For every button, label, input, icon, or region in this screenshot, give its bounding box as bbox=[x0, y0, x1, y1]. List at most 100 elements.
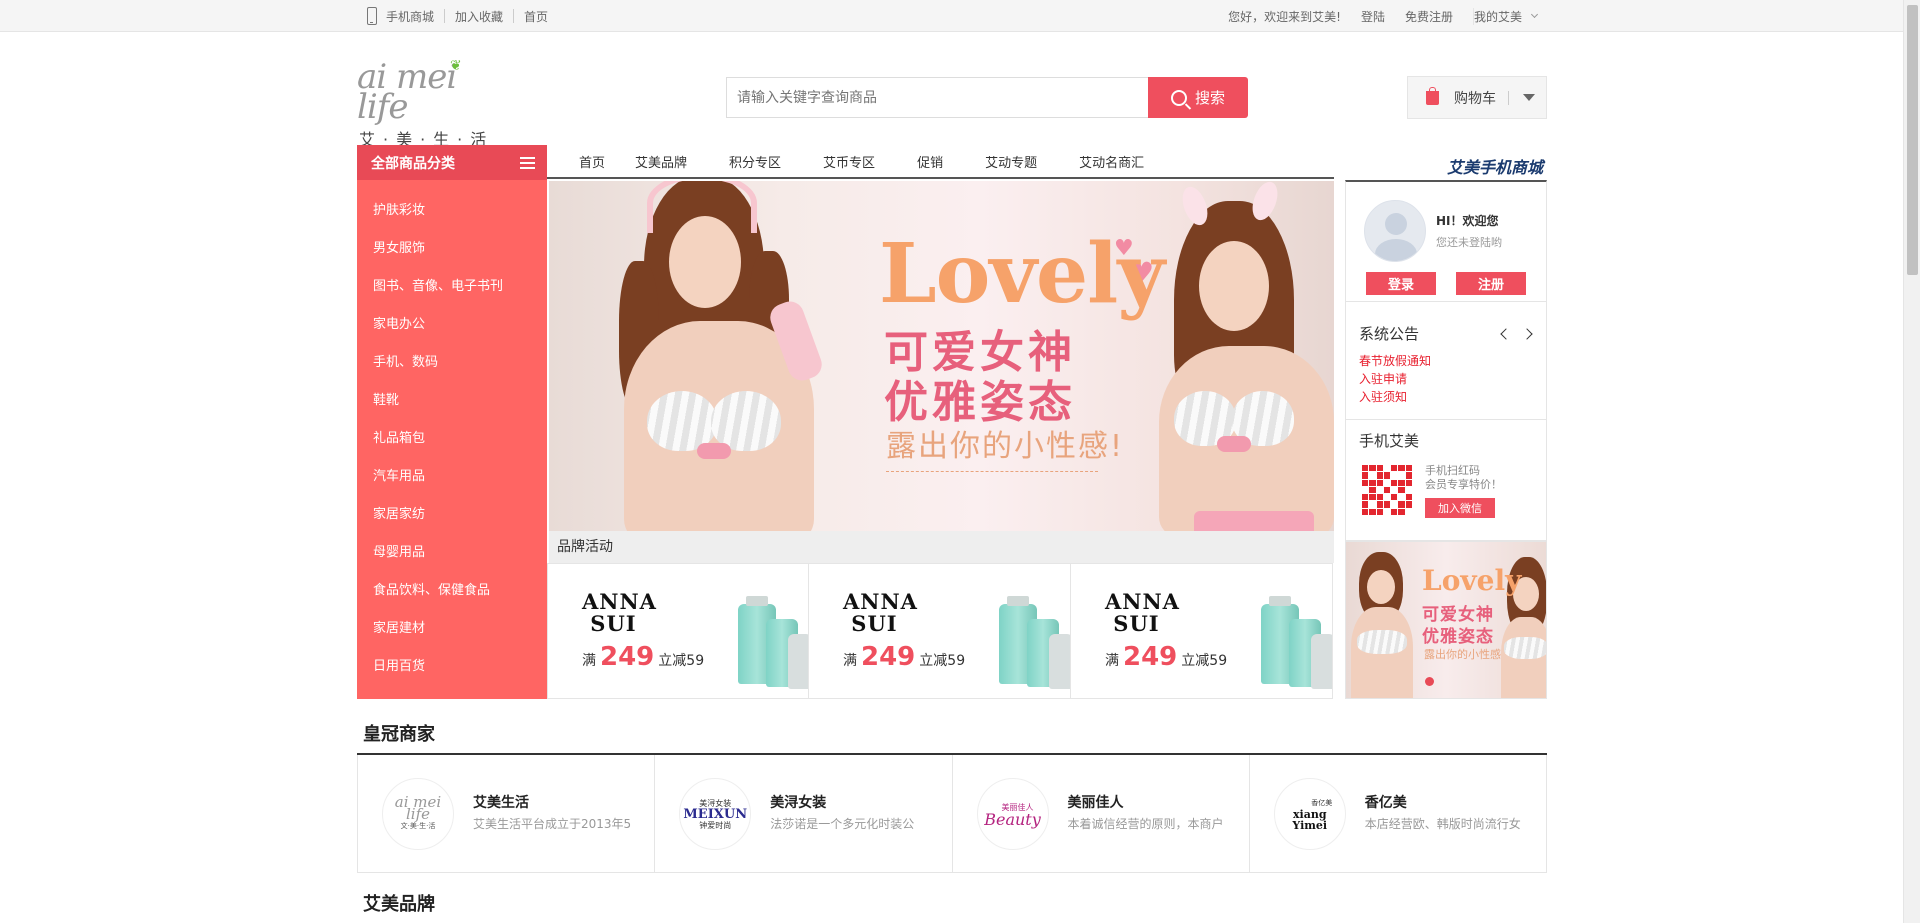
search-bar: 搜索 bbox=[726, 77, 1248, 118]
side-banner-line-3: 露出你的小性感 bbox=[1424, 648, 1501, 661]
merchant-desc: 艾美生活平台成立于2013年5 bbox=[473, 817, 632, 831]
nav-promotions[interactable]: 促销 bbox=[917, 152, 943, 171]
category-item[interactable]: 礼品箱包 bbox=[357, 420, 547, 458]
merchant-desc: 法莎诺是一个多元化时装公 bbox=[770, 817, 915, 831]
side-banner-title: Lovely bbox=[1422, 564, 1522, 597]
category-header[interactable]: 全部商品分类 bbox=[357, 145, 547, 180]
notice-title: 系统公告 bbox=[1359, 325, 1420, 343]
brand-card[interactable]: ANNA SUI 满 249 立减59 bbox=[1071, 563, 1333, 699]
register-button[interactable]: 注册 bbox=[1456, 272, 1526, 295]
register-link[interactable]: 免费注册 bbox=[1405, 8, 1453, 25]
brand-card[interactable]: ANNA SUI 满 249 立减59 bbox=[547, 563, 809, 699]
category-item[interactable]: 鞋靴 bbox=[357, 382, 547, 420]
category-item[interactable]: 汽车用品 bbox=[357, 458, 547, 496]
banner-model-left bbox=[549, 181, 849, 531]
nav-merchants[interactable]: 艾动名商汇 bbox=[1079, 152, 1144, 171]
user-greeting: HI！欢迎您 bbox=[1436, 214, 1499, 228]
cart-button[interactable]: 购物车 bbox=[1407, 76, 1547, 119]
banner-line-3: 露出你的小性感! bbox=[886, 429, 1125, 464]
category-item[interactable]: 男女服饰 bbox=[357, 230, 547, 268]
site-logo[interactable]: ai mei life ❦ 艾·美·生·活 bbox=[357, 58, 507, 149]
aimei-brand-title: 艾美品牌 bbox=[363, 894, 435, 915]
main-nav: 首页 艾美品牌 积分专区 艾币专区 促销 艾动专题 艾动名商汇 bbox=[547, 145, 1334, 179]
merchant-name: 美浔女装 bbox=[770, 795, 827, 811]
search-input[interactable] bbox=[726, 77, 1149, 118]
category-item[interactable]: 家居建材 bbox=[357, 610, 547, 648]
side-banner[interactable]: Lovely 可爱女神 优雅姿态 露出你的小性感 bbox=[1345, 541, 1547, 699]
login-status: 您还未登陆哟 bbox=[1436, 236, 1502, 249]
phone-icon bbox=[367, 7, 377, 25]
nav-points[interactable]: 积分专区 bbox=[729, 152, 781, 171]
category-item[interactable]: 母婴用品 bbox=[357, 534, 547, 572]
mobile-desc: 手机扫红码 会员专享特价！ bbox=[1425, 464, 1502, 491]
banner-model-right bbox=[1134, 181, 1334, 531]
home-link[interactable]: 首页 bbox=[524, 8, 548, 25]
promo-text: 满 249 立减59 bbox=[843, 642, 966, 672]
category-item[interactable]: 家居家纺 bbox=[357, 496, 547, 534]
brand-logo: ANNA SUI bbox=[1105, 589, 1180, 636]
merchant-desc: 本着诚信经营的原则，本商户 bbox=[1067, 817, 1224, 831]
mobile-aimei: 手机艾美 手机扫红码 会员专享特价！ 加入微信 bbox=[1345, 420, 1547, 541]
add-favorite-link[interactable]: 加入收藏 bbox=[455, 8, 503, 25]
category-item[interactable]: 手机、数码 bbox=[357, 344, 547, 382]
logo-script: ai mei life bbox=[357, 57, 457, 127]
mobile-mall-title[interactable]: 艾美手机商城 bbox=[1447, 154, 1543, 178]
notice-item[interactable]: 入驻须知 bbox=[1359, 388, 1431, 406]
merchant-list: ai mei life 文·美·生·活 艾美生活 艾美生活平台成立于2013年5… bbox=[357, 755, 1547, 873]
nav-topics[interactable]: 艾动专题 bbox=[985, 152, 1037, 171]
my-account-menu[interactable]: 我的艾美 bbox=[1472, 7, 1547, 25]
merchant-name: 艾美生活 bbox=[473, 795, 529, 811]
nav-brands[interactable]: 艾美品牌 bbox=[635, 152, 687, 171]
brand-card[interactable]: ANNA SUI 满 249 立减59 bbox=[809, 563, 1071, 699]
prev-arrow-icon[interactable] bbox=[1500, 328, 1512, 340]
category-item[interactable]: 图书、音像、电子书刊 bbox=[357, 268, 547, 306]
search-icon bbox=[1170, 89, 1187, 106]
merchant-name: 美丽佳人 bbox=[1067, 795, 1124, 811]
notice-item[interactable]: 春节放假通知 bbox=[1359, 352, 1431, 370]
next-arrow-icon[interactable] bbox=[1521, 328, 1533, 340]
mobile-title: 手机艾美 bbox=[1359, 432, 1420, 450]
category-item[interactable]: 护肤彩妆 bbox=[357, 192, 547, 230]
merchant-card[interactable]: ai mei life 文·美·生·活 艾美生活 艾美生活平台成立于2013年5 bbox=[358, 755, 656, 872]
promo-text: 满 249 立减59 bbox=[1105, 642, 1228, 672]
brand-logo: ANNA SUI bbox=[843, 589, 918, 636]
caret-down-icon[interactable] bbox=[1523, 94, 1535, 101]
leaf-icon: ❦ bbox=[450, 58, 462, 74]
login-link[interactable]: 登陆 bbox=[1361, 8, 1385, 25]
notice-item[interactable]: 入驻申请 bbox=[1359, 370, 1431, 388]
mobile-mall-link[interactable]: 手机商城 bbox=[386, 8, 434, 25]
promo-text: 满 249 立减59 bbox=[582, 642, 705, 672]
merchant-logo: ai mei life 文·美·生·活 bbox=[382, 778, 454, 850]
page-scrollbar[interactable] bbox=[1903, 0, 1920, 923]
merchant-logo: 香亿美 xiang Yimei bbox=[1273, 778, 1346, 850]
merchant-desc: 本店经营欧、韩版时尚流行女 bbox=[1364, 817, 1521, 831]
category-item[interactable]: 家电办公 bbox=[357, 306, 547, 344]
my-account-label: 我的艾美 bbox=[1473, 9, 1522, 24]
merchant-card[interactable]: 香亿美 xiang Yimei 香亿美 本店经营欧、韩版时尚流行女 bbox=[1250, 755, 1546, 872]
scrollbar-thumb[interactable] bbox=[1907, 5, 1918, 275]
category-item[interactable]: 食品饮料、保健食品 bbox=[357, 572, 547, 610]
login-button[interactable]: 登录 bbox=[1366, 272, 1436, 295]
hero-banner[interactable]: ♥ ♥ Lovely 可爱女神 优雅姿态 露出你的小性感! bbox=[549, 181, 1334, 531]
carousel-dot[interactable] bbox=[1425, 677, 1434, 686]
crown-merchants-title: 皇冠商家 bbox=[363, 724, 435, 745]
merchant-card[interactable]: 美浔女装 MEIXUN 钟爱时尚 美浔女装 法莎诺是一个多元化时装公 bbox=[655, 755, 953, 872]
nav-coins[interactable]: 艾币专区 bbox=[823, 152, 875, 171]
brand-activity-header: 品牌活动 bbox=[549, 531, 1334, 563]
merchant-logo: 美浔女装 MEIXUN 钟爱时尚 bbox=[679, 778, 752, 850]
banner-divider bbox=[886, 471, 1098, 473]
welcome-text: 您好，欢迎来到艾美! bbox=[1228, 9, 1341, 24]
merchant-card[interactable]: 美丽佳人 Beauty 美丽佳人 本着诚信经营的原则，本商户 bbox=[953, 755, 1250, 872]
category-header-label: 全部商品分类 bbox=[371, 155, 455, 172]
avatar bbox=[1364, 200, 1426, 262]
search-button-label: 搜索 bbox=[1194, 89, 1225, 107]
top-bar: 手机商城 加入收藏 首页 您好，欢迎来到艾美! 登陆 免费注册 我的艾美 bbox=[0, 0, 1903, 32]
search-button[interactable]: 搜索 bbox=[1148, 77, 1248, 118]
category-item[interactable]: 日用百货 bbox=[357, 648, 547, 686]
system-notice: 系统公告 春节放假通知 入驻申请 入驻须知 bbox=[1345, 302, 1547, 420]
banner-title: Lovely bbox=[879, 226, 1165, 322]
add-wechat-button[interactable]: 加入微信 bbox=[1425, 498, 1495, 518]
nav-home[interactable]: 首页 bbox=[579, 152, 605, 171]
cart-label: 购物车 bbox=[1454, 90, 1496, 107]
shopping-bag-icon bbox=[1426, 86, 1439, 105]
